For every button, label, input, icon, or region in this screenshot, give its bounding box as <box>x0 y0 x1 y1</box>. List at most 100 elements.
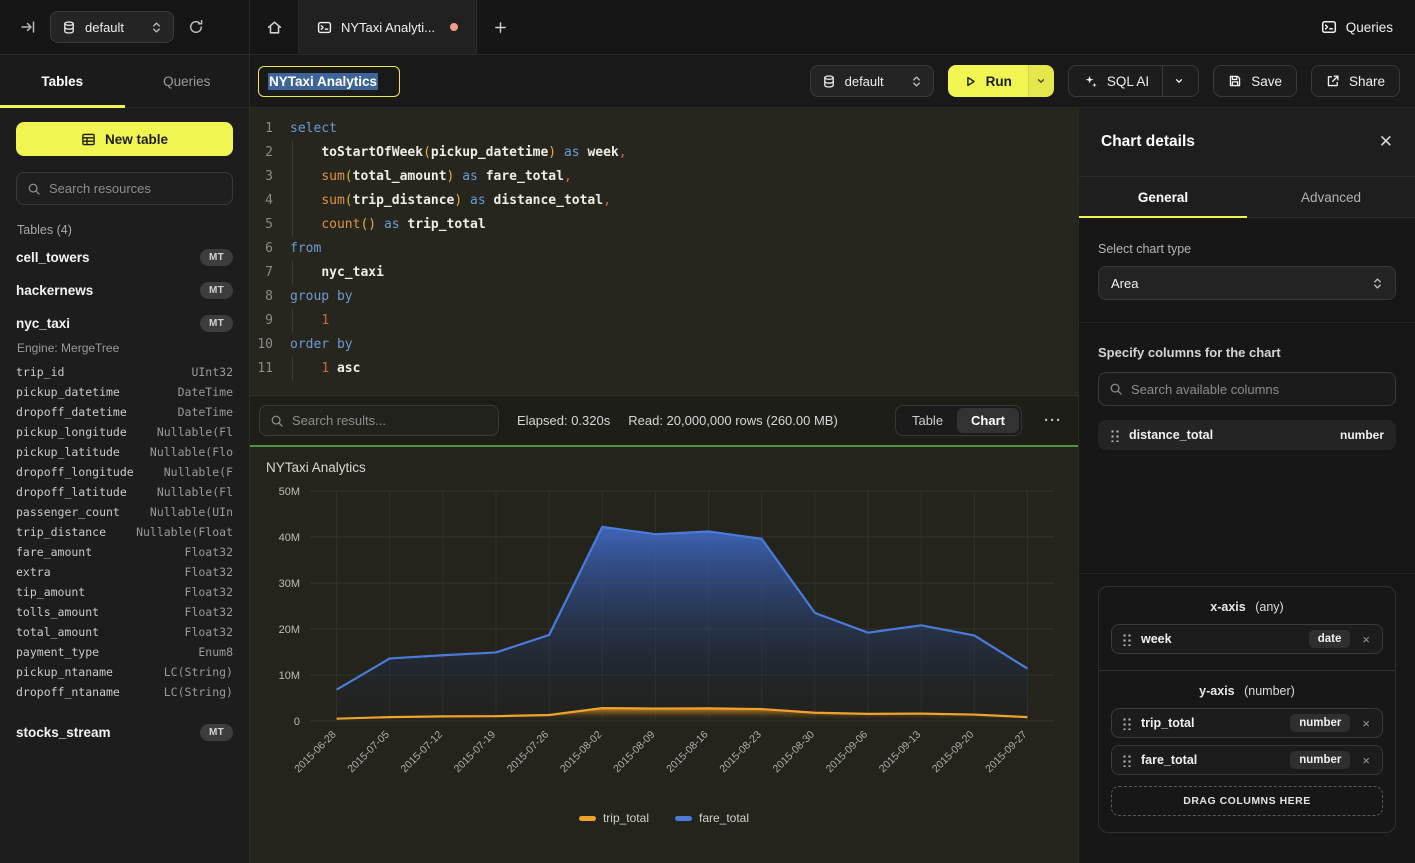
token: pickup_datetime <box>431 145 548 160</box>
token: sum <box>321 193 344 208</box>
remove-icon[interactable]: × <box>1360 716 1372 731</box>
new-table-button[interactable]: New table <box>16 122 233 156</box>
tab-advanced-label: Advanced <box>1301 190 1361 205</box>
line-number: 11 <box>250 357 290 381</box>
sql-ai-button[interactable]: SQL AI <box>1068 65 1199 97</box>
axis-column-chip[interactable]: trip_totalnumber× <box>1111 708 1383 738</box>
chevron-down-icon <box>1036 76 1046 86</box>
tables-section-header: Tables (4) <box>17 223 233 237</box>
run-button[interactable]: Run <box>948 65 1028 97</box>
drop-zone[interactable]: DRAG COLUMNS HERE <box>1111 786 1383 816</box>
axis-column-chip[interactable]: weekdate× <box>1111 624 1383 654</box>
axis-chip-name: trip_total <box>1141 716 1194 730</box>
axis-column-chip[interactable]: fare_total number × <box>1111 745 1383 775</box>
remove-icon[interactable]: × <box>1360 753 1372 768</box>
token: as <box>462 169 478 184</box>
legend-item-fare_total[interactable]: fare_total <box>675 811 749 825</box>
view-toggle-table[interactable]: Table <box>898 408 957 433</box>
results-search-input[interactable] <box>292 413 488 428</box>
legend-item-trip_total[interactable]: trip_total <box>579 811 649 825</box>
token <box>290 217 321 232</box>
sidebar-search[interactable] <box>16 172 233 205</box>
table-row[interactable]: cell_towersMT <box>16 241 233 274</box>
x-tick-label: 2015-08-02 <box>558 729 605 776</box>
column-name: payment_type <box>16 645 99 659</box>
code-text: 1 asc <box>290 357 360 381</box>
code-line: 7 nyc_taxi <box>250 261 1078 285</box>
legend-swatch <box>675 816 692 821</box>
available-column-chip[interactable]: distance_totalnumber <box>1098 420 1396 450</box>
token: , <box>603 193 611 208</box>
share-button[interactable]: Share <box>1311 65 1400 97</box>
drag-handle-icon[interactable] <box>1122 632 1131 646</box>
new-tab-button[interactable] <box>477 0 525 54</box>
sidebar-search-input[interactable] <box>49 181 225 196</box>
tab-nytaxi-analytics[interactable]: NYTaxi Analyti... <box>298 0 477 54</box>
column-type: Nullable(Fl <box>157 425 233 439</box>
chart-type-select[interactable]: Area <box>1098 266 1396 300</box>
drag-handle-icon[interactable] <box>1122 716 1131 730</box>
columns-list: trip_idUInt32pickup_datetimeDateTimedrop… <box>16 362 233 702</box>
type-badge: number <box>1290 751 1350 769</box>
more-options-icon[interactable]: ··· <box>1040 412 1066 429</box>
drag-handle-icon[interactable] <box>1110 428 1119 442</box>
chevron-updown-icon <box>1372 277 1383 290</box>
collapse-sidebar-icon[interactable] <box>20 19 36 35</box>
line-number: 1 <box>250 117 290 141</box>
token <box>290 361 321 376</box>
home-tab[interactable] <box>250 0 298 54</box>
code-line: 3 sum(total_amount) as fare_total, <box>250 165 1078 189</box>
column-row: total_amountFloat32 <box>16 622 233 642</box>
tab-queries[interactable]: Queries <box>125 55 250 107</box>
column-type: Nullable(F <box>164 465 233 479</box>
line-number: 4 <box>250 189 290 213</box>
remove-icon[interactable]: × <box>1360 632 1372 647</box>
database-name: default <box>85 20 124 35</box>
run-options-button[interactable] <box>1028 65 1054 97</box>
area-chart[interactable]: 010M20M30M40M50M2015-06-282015-07-052015… <box>250 475 1078 807</box>
query-title-value: NYTaxi Analytics <box>268 73 378 90</box>
close-icon[interactable]: ✕ <box>1379 132 1393 152</box>
token: group by <box>290 289 353 304</box>
engine-badge: MT <box>200 282 233 299</box>
share-label: Share <box>1349 74 1385 89</box>
column-type: UInt32 <box>191 365 233 379</box>
database-selector[interactable]: default <box>50 11 174 43</box>
table-row[interactable]: nyc_taxiMT <box>16 307 233 340</box>
code-text: sum(trip_distance) as distance_total, <box>290 189 611 213</box>
chevron-down-icon[interactable] <box>1174 76 1184 86</box>
column-type: Float32 <box>185 585 233 599</box>
divider <box>1162 66 1163 96</box>
code-line: 10order by <box>250 333 1078 357</box>
drag-handle-icon[interactable] <box>1122 753 1131 767</box>
rows-read: Read: 20,000,000 rows (260.00 MB) <box>628 413 838 428</box>
toolbar-database-selector[interactable]: default <box>810 65 934 97</box>
column-type: DateTime <box>178 385 233 399</box>
search-icon <box>1109 382 1123 396</box>
view-toggle-chart[interactable]: Chart <box>957 408 1019 433</box>
tab-general[interactable]: General <box>1079 177 1247 217</box>
token <box>556 145 564 160</box>
columns-search[interactable] <box>1098 372 1396 406</box>
token <box>462 193 470 208</box>
table-row[interactable]: stocks_streamMT <box>16 716 233 749</box>
queries-button[interactable]: Queries <box>1321 19 1393 35</box>
column-name: pickup_longitude <box>16 425 127 439</box>
query-title-input[interactable]: NYTaxi Analytics <box>258 66 400 97</box>
elapsed-time: Elapsed: 0.320s <box>517 413 610 428</box>
token: 1 <box>321 313 329 328</box>
token: order by <box>290 337 353 352</box>
series-area-fare_total <box>337 527 1028 721</box>
axis-chip-name: fare_total <box>1141 753 1197 767</box>
tab-tables[interactable]: Tables <box>0 55 125 107</box>
refresh-icon[interactable] <box>188 19 204 35</box>
save-button[interactable]: Save <box>1213 65 1297 97</box>
tab-advanced[interactable]: Advanced <box>1247 177 1415 217</box>
token: as <box>564 145 580 160</box>
sidebar-tabs: Tables Queries <box>0 55 250 108</box>
sql-editor[interactable]: 1select2 toStartOfWeek(pickup_datetime) … <box>250 108 1078 395</box>
table-row[interactable]: hackernewsMT <box>16 274 233 307</box>
columns-search-input[interactable] <box>1131 382 1385 397</box>
code-text: select <box>290 117 337 141</box>
results-search[interactable] <box>259 405 499 436</box>
